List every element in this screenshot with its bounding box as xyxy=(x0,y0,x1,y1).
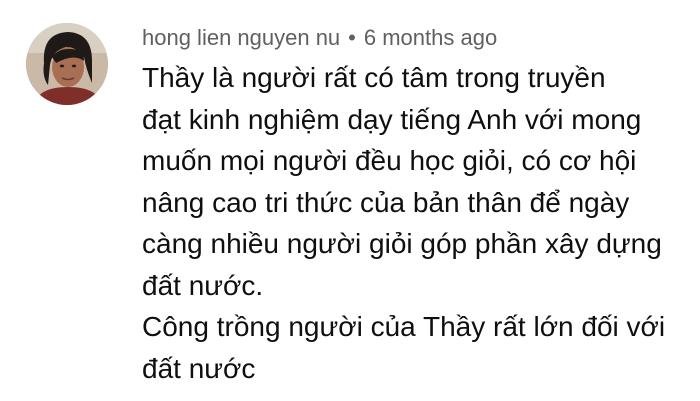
comment-item: hong lien nguyen nu • 6 months ago Thầy là… xyxy=(0,0,700,401)
comment-text-line: càng nhiều người giỏi góp phần xây dựng xyxy=(142,228,662,259)
comment-text-line: muốn mọi người đều học giỏi, có cơ hội xyxy=(142,145,637,176)
comment-text: Thầy là người rất có tâm trong truyền đạ… xyxy=(142,57,690,389)
comment-text-line: đạt kinh nghiệm dạy tiếng Anh với mong xyxy=(142,103,642,135)
comment-text-line: Công trồng người của Thầy rất lớn đối vớ… xyxy=(142,311,666,342)
avatar[interactable] xyxy=(26,23,108,105)
comment-timestamp[interactable]: 6 months ago xyxy=(364,25,497,50)
separator-dot: • xyxy=(348,25,356,50)
comment-header: hong lien nguyen nu • 6 months ago xyxy=(142,24,497,52)
comment-text-line: đất nước. xyxy=(142,269,264,301)
comment-text-line: Thầy là người rất có tâm trong truyền xyxy=(142,62,606,93)
comment-text-line: đất nước xyxy=(142,352,256,384)
user-avatar-photo-icon xyxy=(26,23,108,105)
comment-text-line: nâng cao tri thức của bản thân để ngày xyxy=(142,186,630,218)
author-name[interactable]: hong lien nguyen nu xyxy=(142,25,340,50)
